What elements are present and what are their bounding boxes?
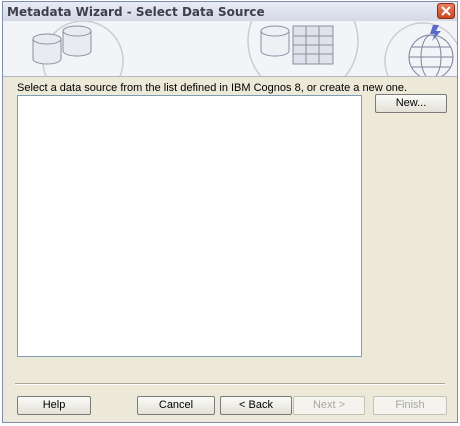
- title-bar: Metadata Wizard - Select Data Source: [3, 2, 457, 22]
- finish-button[interactable]: Finish: [373, 396, 447, 415]
- close-button[interactable]: [437, 3, 455, 19]
- new-button[interactable]: New...: [375, 94, 447, 113]
- wizard-banner: [3, 21, 457, 77]
- footer-separator: [15, 383, 445, 385]
- cancel-button[interactable]: Cancel: [137, 396, 215, 415]
- datasource-icon: [260, 25, 334, 65]
- help-button[interactable]: Help: [17, 396, 91, 415]
- close-icon: [441, 6, 451, 16]
- globe-icon: [408, 34, 454, 76]
- window-title: Metadata Wizard - Select Data Source: [7, 5, 265, 19]
- database-icon: [32, 25, 92, 65]
- back-button[interactable]: < Back: [220, 396, 292, 415]
- banner-graphic: [32, 21, 457, 76]
- instruction-text: Select a data source from the list defin…: [17, 82, 408, 94]
- next-button[interactable]: Next >: [293, 396, 365, 415]
- data-source-list[interactable]: [17, 95, 362, 357]
- metadata-wizard-dialog: Metadata Wizard - Select Data Source Sel…: [2, 1, 458, 423]
